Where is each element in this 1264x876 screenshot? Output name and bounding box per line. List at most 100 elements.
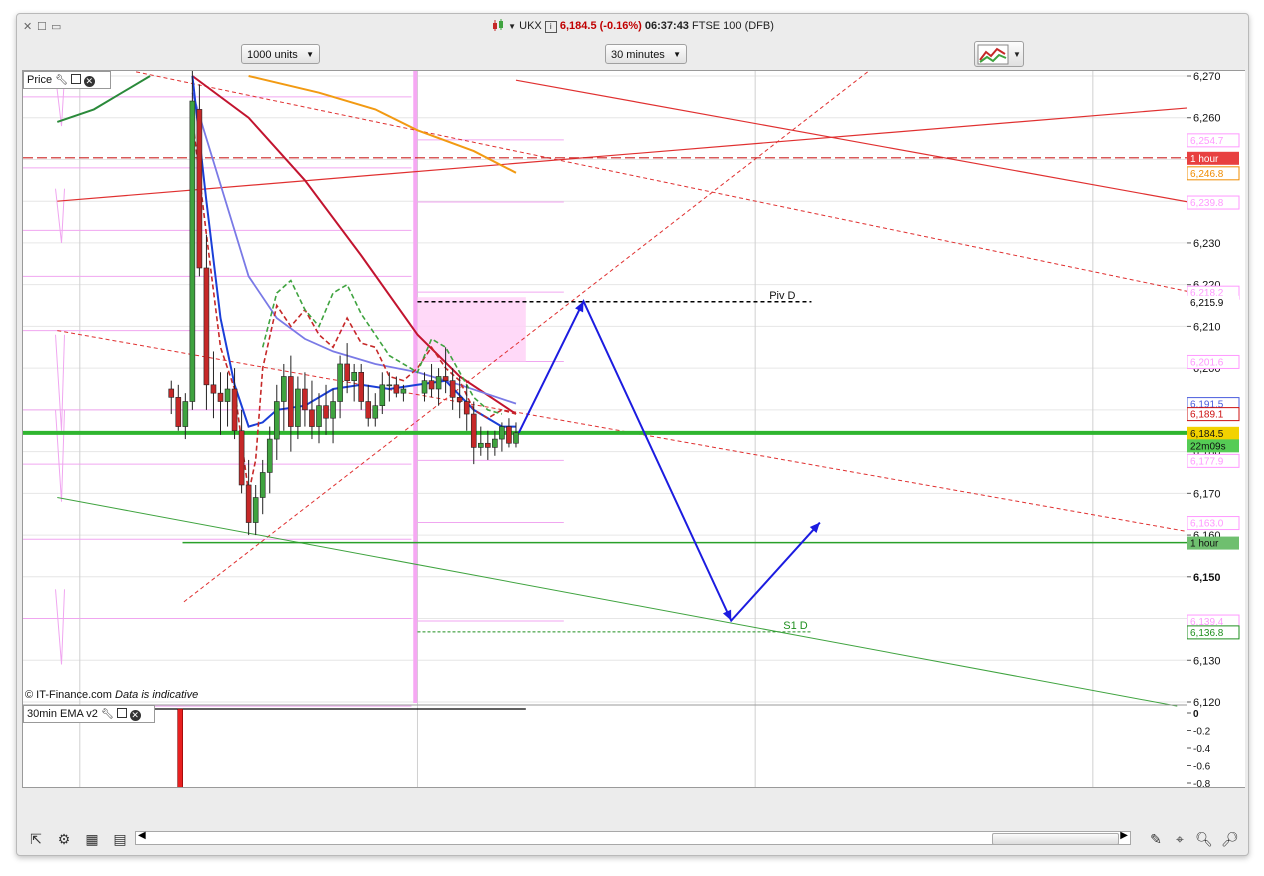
pivot-spike bbox=[55, 589, 66, 665]
window-icon[interactable] bbox=[116, 708, 127, 718]
units-select-value: 1000 units bbox=[247, 49, 298, 61]
candle-body bbox=[372, 405, 379, 419]
candle-body bbox=[217, 392, 224, 402]
ema-slow-line bbox=[191, 75, 517, 415]
scroll-thumb[interactable] bbox=[992, 833, 1119, 845]
candle-body bbox=[351, 372, 357, 381]
chart-svg: Piv DS1 D 0304:0008:0012:0016:0020:00040… bbox=[23, 71, 1188, 787]
pivot-spike bbox=[55, 188, 66, 243]
candle-body bbox=[309, 409, 315, 427]
y-tick-label: 6,260 bbox=[1193, 113, 1221, 125]
calculator-icon[interactable]: ▦ bbox=[83, 830, 101, 848]
bottom-bar: ⇱ ⚙ ▦ ▤ ◀ ▶ ✎ ⌖ 🔍︎ 🔎︎ bbox=[17, 826, 1248, 852]
scroll-left-icon[interactable]: ◀ bbox=[138, 830, 146, 841]
candle-body bbox=[470, 413, 477, 448]
candle-body bbox=[224, 388, 231, 402]
candle-body bbox=[400, 388, 407, 394]
add-indicator-icon[interactable]: ⇱ bbox=[27, 830, 45, 848]
pivot-day-bar bbox=[413, 71, 418, 703]
plot-area[interactable]: Piv DS1 D 0304:0008:0012:0016:0020:00040… bbox=[22, 70, 1189, 788]
time-scrollbar[interactable]: ◀ ▶ bbox=[135, 830, 1131, 845]
pivot-spike bbox=[55, 409, 66, 502]
copyright-text: © IT-Finance.com bbox=[25, 689, 112, 701]
candle-body bbox=[492, 438, 498, 448]
instrument-code: UKX bbox=[519, 20, 542, 32]
price-tag-label: 6,184.5 bbox=[1190, 429, 1224, 440]
pivot-spike bbox=[55, 334, 66, 431]
candle-body bbox=[456, 397, 463, 402]
window-icon[interactable] bbox=[70, 74, 81, 84]
units-select[interactable]: 1000 units ▼ bbox=[241, 44, 320, 64]
info-icon[interactable]: i bbox=[544, 21, 557, 33]
close-icon[interactable]: ✕ bbox=[129, 710, 141, 721]
market-name: FTSE 100 (DFB) bbox=[692, 20, 774, 32]
candle-body bbox=[210, 384, 217, 394]
price-tag-label: 6,215.9 bbox=[1190, 298, 1224, 309]
price-tag-label: 6,177.9 bbox=[1190, 456, 1224, 467]
settings-icon[interactable]: ⚙ bbox=[55, 830, 73, 848]
title-price: 6,184.5 bbox=[559, 20, 597, 32]
candle-body bbox=[182, 401, 189, 427]
wrench-icon[interactable]: 🔧︎ bbox=[101, 709, 114, 720]
trend-line-red bbox=[57, 107, 1188, 202]
candle-body bbox=[281, 376, 287, 402]
y-tick-label: 6,130 bbox=[1193, 655, 1221, 667]
price-tag-label: 6,136.8 bbox=[1190, 628, 1224, 639]
price-tag-label: 6,163.0 bbox=[1190, 519, 1224, 530]
candle-body bbox=[203, 267, 210, 386]
candle-body bbox=[379, 384, 386, 406]
candle-body bbox=[238, 430, 245, 486]
candle-body bbox=[259, 472, 266, 498]
disclaimer-text: Data is indicative bbox=[115, 689, 199, 701]
price-tag-label: 22m09s bbox=[1190, 441, 1226, 452]
y-tick-label: 6,210 bbox=[1193, 321, 1221, 333]
indicator-y-label: -0.6 bbox=[1193, 762, 1211, 773]
candle-body bbox=[344, 363, 350, 381]
trend-line-green bbox=[57, 497, 1178, 707]
y-tick-label: 6,120 bbox=[1193, 697, 1221, 709]
candle-body bbox=[231, 388, 238, 432]
candle-body bbox=[428, 380, 435, 390]
close-icon[interactable]: ✕ bbox=[83, 76, 95, 87]
candle-body bbox=[485, 442, 491, 448]
chevron-down-icon: ▼ bbox=[306, 50, 314, 59]
candle-body bbox=[337, 363, 343, 402]
y-tick-label: 6,150 bbox=[1193, 572, 1221, 584]
indicator-y-label: -0.4 bbox=[1193, 744, 1211, 755]
zoom-in-icon[interactable]: 🔎︎ bbox=[1221, 830, 1239, 848]
scroll-right-icon[interactable]: ▶ bbox=[1120, 830, 1128, 841]
draw-tool-icon[interactable]: ✎ bbox=[1147, 830, 1165, 848]
indicator-y-label: -0.8 bbox=[1193, 779, 1211, 787]
price-axis[interactable]: 6,2706,2606,2506,2406,2306,2206,2106,200… bbox=[1187, 70, 1245, 788]
candle-body bbox=[386, 384, 393, 387]
price-tag-label: 1 hour bbox=[1190, 154, 1219, 165]
trend-line-red-dashed bbox=[135, 71, 1188, 292]
chart-type-button[interactable]: ▼ bbox=[974, 41, 1024, 67]
candle-body bbox=[196, 109, 203, 269]
candle-body bbox=[316, 405, 322, 427]
candle-body bbox=[477, 442, 484, 448]
dropdown-icon[interactable]: ▼ bbox=[508, 22, 516, 31]
wrench-icon[interactable]: 🔧︎ bbox=[55, 75, 68, 86]
interval-select[interactable]: 30 minutes ▼ bbox=[605, 44, 687, 64]
s1-label: S1 D bbox=[783, 620, 808, 632]
candle-body bbox=[442, 376, 449, 381]
candle-body bbox=[506, 426, 512, 444]
price-tag-label: 1 hour bbox=[1190, 539, 1219, 550]
price-panel-header: Price 🔧︎ ✕ bbox=[23, 71, 111, 89]
candle-body bbox=[330, 401, 336, 419]
chart-icon[interactable]: ▤ bbox=[111, 830, 129, 848]
window-title: ▼ UKX i 6,184.5 (-0.16%) 06:37:43 FTSE 1… bbox=[17, 19, 1248, 33]
candle-body bbox=[245, 484, 252, 523]
title-time: 06:37:43 bbox=[644, 20, 689, 32]
candle-body bbox=[295, 388, 301, 427]
interval-select-value: 30 minutes bbox=[611, 49, 665, 61]
zoom-out-icon[interactable]: 🔍︎ bbox=[1195, 830, 1213, 848]
price-tag-label: 6,239.8 bbox=[1190, 198, 1224, 209]
title-change: (-0.16%) bbox=[599, 20, 642, 32]
candle-body bbox=[175, 397, 182, 427]
price-tag-label: 6,189.1 bbox=[1190, 410, 1224, 421]
crosshair-icon[interactable]: ⌖ bbox=[1171, 830, 1189, 848]
toolbar: 1000 units ▼ 30 minutes ▼ ▼ bbox=[17, 40, 1248, 70]
candle-body bbox=[449, 380, 456, 398]
